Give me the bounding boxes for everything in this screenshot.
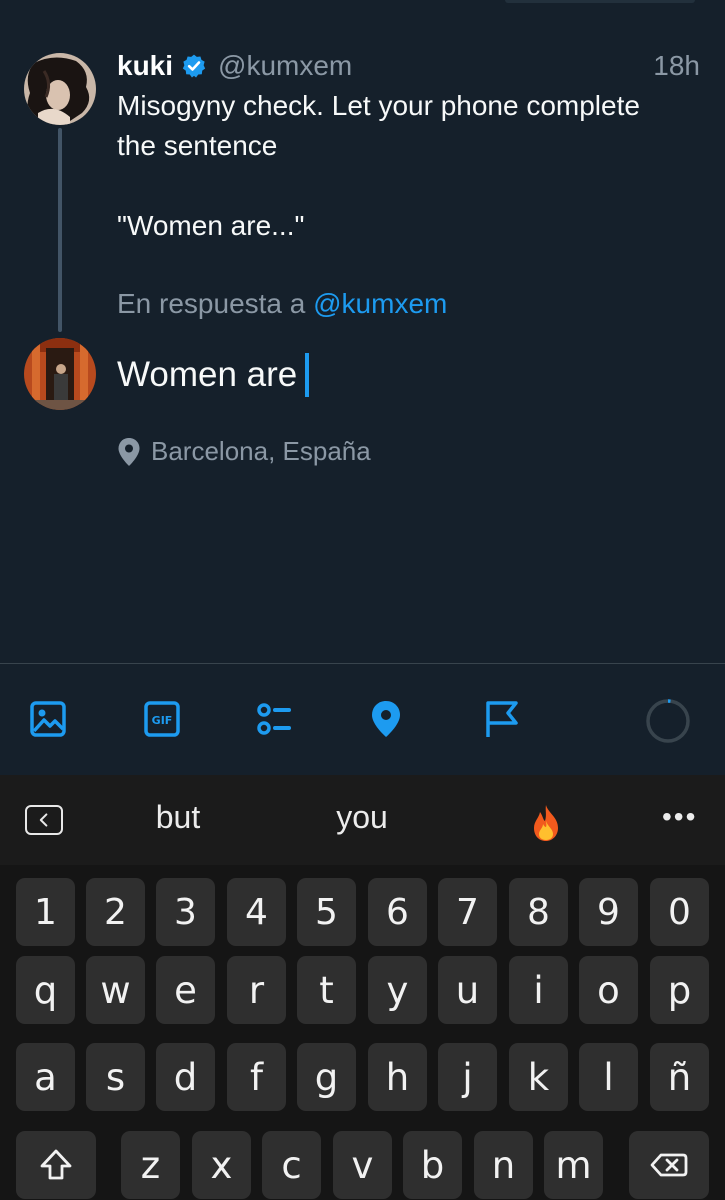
add-flag-button[interactable] — [475, 694, 525, 744]
location-pin-icon — [118, 437, 140, 466]
character-count-ring — [646, 699, 690, 743]
key-w[interactable]: w — [86, 956, 145, 1024]
key-r[interactable]: r — [227, 956, 286, 1024]
key-d[interactable]: d — [156, 1043, 215, 1111]
backspace-key[interactable] — [629, 1131, 709, 1199]
key-a[interactable]: a — [16, 1043, 75, 1111]
key-n[interactable]: n — [474, 1131, 533, 1199]
key-4[interactable]: 4 — [227, 878, 286, 946]
key-h[interactable]: h — [368, 1043, 427, 1111]
key-v[interactable]: v — [333, 1131, 392, 1199]
tweet-header: kuki @kumxem 18h — [117, 48, 700, 84]
key-b[interactable]: b — [403, 1131, 462, 1199]
chevron-left-icon — [39, 813, 48, 827]
key-n-tilde[interactable]: ñ — [650, 1043, 709, 1111]
author-name[interactable]: kuki — [117, 50, 173, 82]
key-i[interactable]: i — [509, 956, 568, 1024]
key-g[interactable]: g — [297, 1043, 356, 1111]
on-screen-keyboard: but you ••• 1 2 3 4 5 6 7 8 9 0 q w e r … — [0, 775, 725, 1200]
image-icon — [30, 701, 66, 737]
reply-text-input[interactable]: Women are — [117, 352, 310, 398]
more-options-button[interactable]: ••• — [662, 801, 697, 833]
location-label: Barcelona, España — [151, 436, 371, 466]
key-l[interactable]: l — [579, 1043, 638, 1111]
tweet-time: 18h — [653, 50, 700, 81]
suggestion-2[interactable]: you — [292, 799, 432, 836]
key-s[interactable]: s — [86, 1043, 145, 1111]
verified-badge-icon — [182, 54, 206, 78]
key-9[interactable]: 9 — [579, 878, 638, 946]
key-2[interactable]: 2 — [86, 878, 145, 946]
shift-key[interactable] — [16, 1131, 96, 1199]
key-8[interactable]: 8 — [509, 878, 568, 946]
text-cursor — [305, 353, 310, 397]
backspace-icon — [650, 1153, 688, 1177]
suggestion-1[interactable]: but — [108, 799, 248, 836]
author-handle[interactable]: @kumxem — [218, 50, 352, 82]
key-t[interactable]: t — [297, 956, 356, 1024]
key-k[interactable]: k — [509, 1043, 568, 1111]
key-j[interactable]: j — [438, 1043, 497, 1111]
key-c[interactable]: c — [262, 1131, 321, 1199]
fire-emoji-suggestion[interactable] — [526, 803, 566, 843]
location-icon — [372, 701, 400, 737]
key-f[interactable]: f — [227, 1043, 286, 1111]
user-avatar[interactable] — [24, 338, 96, 410]
reply-compose-area: kuki @kumxem 18h Misogyny check. Let you… — [0, 0, 725, 663]
key-1[interactable]: 1 — [16, 878, 75, 946]
key-7[interactable]: 7 — [438, 878, 497, 946]
key-y[interactable]: y — [368, 956, 427, 1024]
key-q[interactable]: q — [16, 956, 75, 1024]
thread-line — [58, 128, 62, 332]
key-e[interactable]: e — [156, 956, 215, 1024]
suggestion-bar: but you ••• — [0, 775, 725, 865]
reply-mention-link[interactable]: @kumxem — [313, 288, 447, 319]
key-5[interactable]: 5 — [297, 878, 356, 946]
shift-arrow-icon — [40, 1149, 72, 1180]
key-z[interactable]: z — [121, 1131, 180, 1199]
add-gif-button[interactable]: GIF — [137, 694, 187, 744]
flag-icon — [486, 701, 518, 737]
key-0[interactable]: 0 — [650, 878, 709, 946]
keyboard-collapse-button[interactable] — [25, 805, 63, 835]
top-edge-bar — [505, 0, 695, 3]
author-avatar[interactable] — [24, 53, 96, 125]
key-m[interactable]: m — [544, 1131, 603, 1199]
gif-icon: GIF — [144, 701, 180, 737]
compose-toolbar: GIF — [0, 663, 725, 775]
key-o[interactable]: o — [579, 956, 638, 1024]
svg-text:GIF: GIF — [152, 714, 173, 727]
add-poll-button[interactable] — [249, 694, 299, 744]
reply-to-label: En respuesta a @kumxem — [117, 288, 447, 320]
key-6[interactable]: 6 — [368, 878, 427, 946]
tweet-text: Misogyny check. Let your phone complete … — [117, 90, 640, 241]
add-location-button[interactable] — [361, 694, 411, 744]
poll-icon — [257, 703, 291, 735]
location-tag[interactable]: Barcelona, España — [117, 436, 371, 467]
reply-prefix: En respuesta a — [117, 288, 306, 319]
key-x[interactable]: x — [192, 1131, 251, 1199]
key-3[interactable]: 3 — [156, 878, 215, 946]
key-p[interactable]: p — [650, 956, 709, 1024]
add-image-button[interactable] — [23, 694, 73, 744]
reply-draft-text: Women are — [117, 355, 298, 394]
key-u[interactable]: u — [438, 956, 497, 1024]
